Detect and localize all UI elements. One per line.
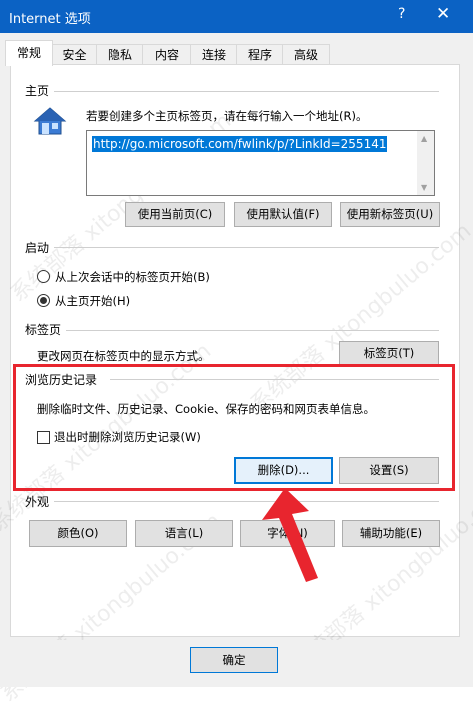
- colors-button[interactable]: 颜色(O): [29, 520, 127, 547]
- delete-on-exit-checkbox[interactable]: [37, 431, 50, 444]
- radio-start-homepage-label[interactable]: 从主页开始(H): [55, 293, 130, 309]
- homepage-section-label: 主页: [25, 84, 50, 98]
- history-separator: [110, 379, 439, 380]
- tabs-separator: [66, 330, 439, 331]
- url-scrollbar[interactable]: ▲ ▼: [417, 131, 434, 195]
- startup-separator: [54, 247, 439, 248]
- appearance-section-label: 外观: [25, 495, 50, 509]
- delete-history-button[interactable]: 删除(D)...: [234, 457, 333, 484]
- tab-advanced[interactable]: 高级: [282, 44, 330, 65]
- fonts-button[interactable]: 字体(N): [240, 520, 335, 547]
- close-icon[interactable]: ✕: [436, 4, 450, 24]
- window-title: Internet 选项: [9, 12, 91, 27]
- appearance-separator: [54, 501, 439, 502]
- tabs-section-label: 标签页: [25, 323, 62, 337]
- use-current-page-button[interactable]: 使用当前页(C): [125, 202, 225, 227]
- startup-section-label: 启动: [25, 241, 50, 255]
- use-new-tab-button[interactable]: 使用新标签页(U): [340, 202, 440, 227]
- languages-button[interactable]: 语言(L): [135, 520, 233, 547]
- tab-programs[interactable]: 程序: [236, 44, 284, 65]
- tabs-settings-button[interactable]: 标签页(T): [339, 341, 439, 366]
- radio-selected-dot: [40, 297, 47, 304]
- delete-on-exit-label[interactable]: 退出时删除浏览历史记录(W): [54, 429, 201, 445]
- scroll-up-icon[interactable]: ▲: [421, 134, 427, 143]
- use-default-button[interactable]: 使用默认值(F): [234, 202, 332, 227]
- homepage-instruction: 若要创建多个主页标签页，请在每行输入一个地址(R)。: [86, 109, 368, 123]
- radio-start-homepage[interactable]: [37, 294, 50, 307]
- history-description: 删除临时文件、历史记录、Cookie、保存的密码和网页表单信息。: [37, 402, 376, 416]
- homepage-url-text[interactable]: http://go.microsoft.com/fwlink/p/?LinkId…: [92, 136, 388, 152]
- scroll-down-icon[interactable]: ▼: [421, 183, 427, 192]
- history-section-label: 浏览历史记录: [25, 373, 98, 387]
- tab-content[interactable]: 内容: [142, 44, 192, 65]
- accessibility-button[interactable]: 辅助功能(E): [342, 520, 440, 547]
- tab-connections[interactable]: 连接: [190, 44, 238, 65]
- radio-last-session[interactable]: [37, 270, 50, 283]
- tab-privacy[interactable]: 隐私: [96, 44, 144, 65]
- tabs-description: 更改网页在标签页中的显示方式。: [37, 349, 210, 363]
- homepage-separator: [54, 91, 439, 92]
- homepage-url-textarea[interactable]: http://go.microsoft.com/fwlink/p/?LinkId…: [86, 130, 435, 196]
- tab-general[interactable]: 常规: [5, 40, 53, 66]
- tab-security[interactable]: 安全: [51, 44, 98, 65]
- radio-last-session-label[interactable]: 从上次会话中的标签页开始(B): [55, 269, 210, 285]
- help-icon[interactable]: ?: [398, 6, 405, 22]
- home-icon: [33, 106, 67, 136]
- history-settings-button[interactable]: 设置(S): [339, 457, 439, 484]
- title-bar: Internet 选项 ? ✕: [0, 0, 473, 33]
- ok-button[interactable]: 确定: [190, 647, 278, 673]
